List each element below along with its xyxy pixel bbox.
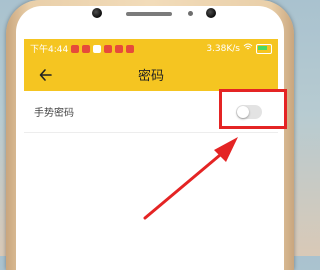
annotation-highlight-box — [219, 89, 287, 129]
notification-icon — [82, 44, 91, 53]
wifi-icon — [243, 43, 253, 54]
status-bar: 下午4:44 3.38K/s — [24, 39, 278, 58]
notification-icon — [126, 44, 135, 53]
arrow-left-icon — [39, 69, 52, 81]
phone-frame: 下午4:44 3.38K/s 密码 手势密码 — [6, 0, 294, 270]
app-bar: 密码 — [24, 58, 278, 91]
notification-icon — [115, 44, 124, 53]
page-title: 密码 — [137, 69, 164, 84]
secondary-camera-icon — [206, 8, 216, 18]
bluetooth-icon — [93, 44, 102, 53]
notification-icon — [104, 44, 113, 53]
back-button[interactable] — [36, 65, 56, 85]
network-speed: 3.38K/s — [206, 43, 240, 54]
front-camera-icon — [92, 8, 102, 18]
proximity-sensor — [188, 11, 193, 16]
gesture-password-label: 手势密码 — [34, 108, 74, 119]
screen: 下午4:44 3.38K/s 密码 手势密码 — [24, 39, 278, 259]
battery-icon — [256, 43, 272, 54]
notification-icon — [71, 44, 80, 53]
status-time: 下午4:44 — [30, 45, 69, 55]
earpiece-speaker — [126, 12, 172, 16]
